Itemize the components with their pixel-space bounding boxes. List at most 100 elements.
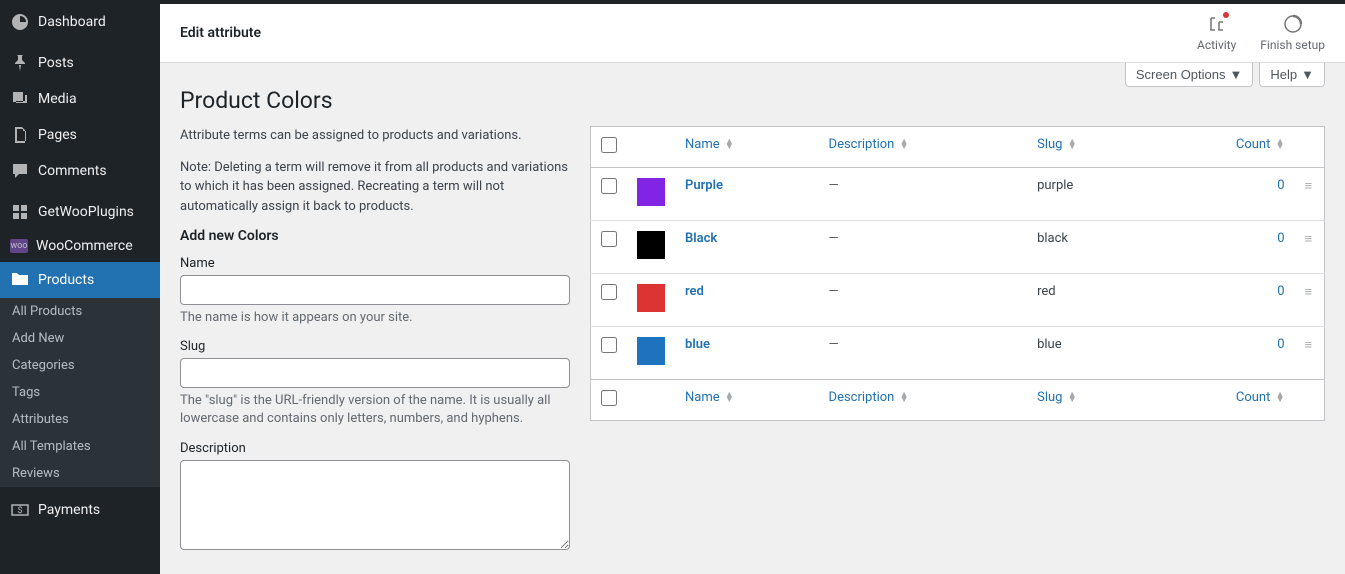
comment-icon bbox=[10, 161, 30, 181]
sidebar-item-getwooplugins[interactable]: GetWooPlugins bbox=[0, 194, 160, 230]
col-description-footer[interactable]: Description ▲▼ bbox=[819, 380, 1028, 421]
row-actions-icon[interactable]: ≡ bbox=[1295, 327, 1325, 380]
slug-help: The "slug" is the URL-friendly version o… bbox=[180, 392, 570, 428]
sort-icon: ▲▼ bbox=[1068, 393, 1077, 403]
label: GetWooPlugins bbox=[38, 204, 134, 220]
description-textarea[interactable] bbox=[180, 460, 570, 550]
label: Payments bbox=[38, 502, 100, 518]
col-count[interactable]: Count ▲▼ bbox=[1151, 127, 1294, 168]
term-name-link[interactable]: blue bbox=[685, 337, 710, 352]
submenu-attributes[interactable]: Attributes bbox=[0, 406, 160, 433]
term-count-link[interactable]: 0 bbox=[1277, 337, 1284, 352]
term-description: — bbox=[829, 178, 839, 193]
chevron-down-icon: ▼ bbox=[1301, 67, 1314, 82]
name-help: The name is how it appears on your site. bbox=[180, 309, 570, 327]
term-name-link[interactable]: Black bbox=[685, 231, 717, 246]
table-row: red — red 0 ≡ bbox=[591, 274, 1325, 327]
label: Products bbox=[38, 272, 94, 288]
sidebar-item-comments[interactable]: Comments bbox=[0, 153, 160, 189]
row-actions-icon[interactable]: ≡ bbox=[1295, 168, 1325, 221]
label: Dashboard bbox=[38, 14, 106, 30]
term-description: — bbox=[829, 231, 839, 246]
col-name-footer[interactable]: Name ▲▼ bbox=[675, 380, 819, 421]
submenu-reviews[interactable]: Reviews bbox=[0, 460, 160, 487]
row-actions-icon[interactable]: ≡ bbox=[1295, 274, 1325, 327]
header-title: Edit attribute bbox=[180, 25, 261, 41]
table-row: Purple—purple0≡ bbox=[591, 168, 1325, 221]
submenu-add-new[interactable]: Add New bbox=[0, 325, 160, 352]
row-actions-icon[interactable]: ≡ bbox=[1295, 221, 1325, 274]
select-all-checkbox-footer[interactable] bbox=[601, 390, 617, 406]
row-checkbox[interactable] bbox=[601, 178, 617, 194]
label: Pages bbox=[38, 127, 77, 143]
products-submenu: All Products Add New Categories Tags Att… bbox=[0, 298, 160, 487]
activity-button[interactable]: Activity bbox=[1197, 14, 1236, 52]
submenu-tags[interactable]: Tags bbox=[0, 379, 160, 406]
term-count-link[interactable]: 0 bbox=[1277, 231, 1284, 246]
page-icon bbox=[10, 125, 30, 145]
chevron-down-icon: ▼ bbox=[1230, 67, 1243, 82]
term-count-link[interactable]: 0 bbox=[1277, 178, 1284, 193]
notification-dot bbox=[1223, 12, 1229, 18]
sort-icon: ▲▼ bbox=[725, 140, 734, 150]
table-row: blue — blue 0 ≡ bbox=[591, 327, 1325, 380]
terms-table: Name ▲▼ Description ▲▼ Slug ▲▼ Count ▲▼ … bbox=[590, 126, 1325, 421]
label: Posts bbox=[38, 55, 74, 71]
help-button[interactable]: Help ▼ bbox=[1259, 63, 1325, 87]
label: Media bbox=[38, 91, 77, 107]
intro-text-1: Attribute terms can be assigned to produ… bbox=[180, 126, 570, 146]
sidebar-item-products[interactable]: Products bbox=[0, 262, 160, 298]
activity-icon bbox=[1207, 14, 1227, 34]
col-slug[interactable]: Slug ▲▼ bbox=[1027, 127, 1151, 168]
label: Activity bbox=[1197, 38, 1236, 52]
plugin-icon bbox=[10, 202, 30, 222]
select-all-checkbox[interactable] bbox=[601, 137, 617, 153]
submenu-all-products[interactable]: All Products bbox=[0, 298, 160, 325]
submenu-categories[interactable]: Categories bbox=[0, 352, 160, 379]
term-name-link[interactable]: red bbox=[685, 284, 704, 299]
term-slug: blue bbox=[1027, 327, 1151, 380]
col-slug-footer[interactable]: Slug ▲▼ bbox=[1027, 380, 1151, 421]
color-swatch bbox=[637, 178, 665, 206]
screen-options-button[interactable]: Screen Options ▼ bbox=[1125, 63, 1253, 87]
sort-icon: ▲▼ bbox=[900, 140, 909, 150]
slug-label: Slug bbox=[180, 339, 570, 354]
color-swatch bbox=[637, 284, 665, 312]
label: WooCommerce bbox=[36, 238, 133, 254]
sidebar-item-posts[interactable]: Posts bbox=[0, 45, 160, 81]
sidebar-item-pages[interactable]: Pages bbox=[0, 117, 160, 153]
name-input[interactable] bbox=[180, 275, 570, 305]
media-icon bbox=[10, 89, 30, 109]
products-icon bbox=[10, 270, 30, 290]
description-label: Description bbox=[180, 441, 570, 456]
slug-input[interactable] bbox=[180, 358, 570, 388]
term-count-link[interactable]: 0 bbox=[1277, 284, 1284, 299]
row-checkbox[interactable] bbox=[601, 231, 617, 247]
color-swatch bbox=[637, 231, 665, 259]
svg-text:$: $ bbox=[17, 505, 22, 516]
payments-icon: $ bbox=[10, 500, 30, 520]
sidebar-item-dashboard[interactable]: Dashboard bbox=[0, 4, 160, 40]
sort-icon: ▲▼ bbox=[1276, 140, 1285, 150]
sidebar-item-media[interactable]: Media bbox=[0, 81, 160, 117]
row-checkbox[interactable] bbox=[601, 337, 617, 353]
term-name-link[interactable]: Purple bbox=[685, 178, 723, 193]
add-new-heading: Add new Colors bbox=[180, 228, 570, 244]
sort-icon: ▲▼ bbox=[900, 393, 909, 403]
row-checkbox[interactable] bbox=[601, 284, 617, 300]
page-title: Product Colors bbox=[180, 87, 1325, 114]
admin-sidebar: Dashboard Posts Media Pages Comments Get… bbox=[0, 4, 160, 574]
term-description: — bbox=[829, 337, 839, 352]
sidebar-item-payments[interactable]: $ Payments bbox=[0, 492, 160, 528]
label: Finish setup bbox=[1260, 38, 1325, 52]
col-count-footer[interactable]: Count ▲▼ bbox=[1151, 380, 1294, 421]
sort-icon: ▲▼ bbox=[1068, 140, 1077, 150]
col-description[interactable]: Description ▲▼ bbox=[819, 127, 1028, 168]
col-name[interactable]: Name ▲▼ bbox=[675, 127, 819, 168]
finish-setup-button[interactable]: Finish setup bbox=[1260, 14, 1325, 52]
submenu-all-templates[interactable]: All Templates bbox=[0, 433, 160, 460]
term-slug: red bbox=[1027, 274, 1151, 327]
pin-icon bbox=[10, 53, 30, 73]
term-description: — bbox=[829, 284, 839, 299]
sidebar-item-woocommerce[interactable]: woo WooCommerce bbox=[0, 230, 160, 262]
